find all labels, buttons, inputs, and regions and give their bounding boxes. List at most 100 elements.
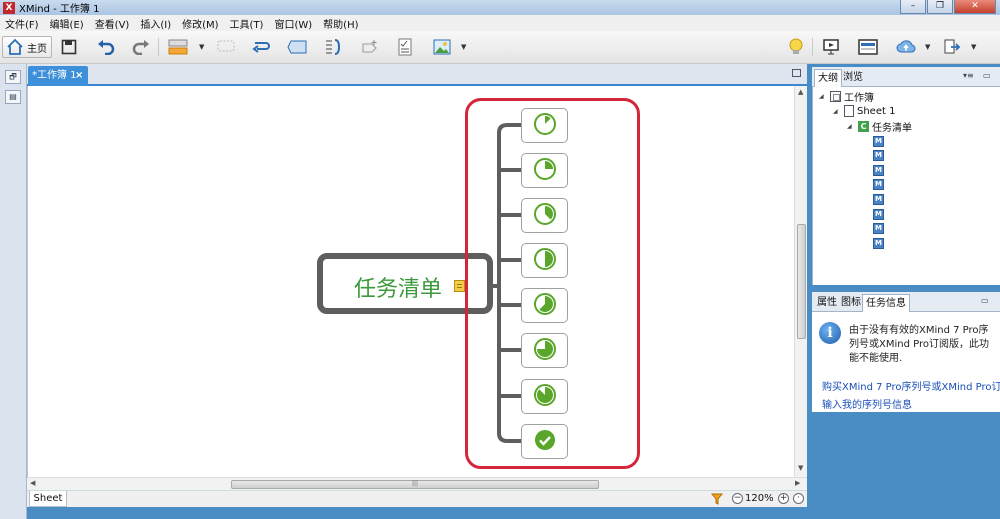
layout-button[interactable] [856,36,880,58]
home-button[interactable]: 主页 [2,36,52,58]
buy-license-link[interactable]: 购买XMind 7 Pro序列号或XMind Pro订阅 [822,378,1000,393]
menu-bar: 文件(F) 编辑(E) 查看(V) 插入(I) 修改(M) 工具(T) 窗口(W… [0,15,1000,31]
horizontal-scroll-thumb[interactable]: ||| [231,480,599,489]
maximize-editor-icon[interactable] [792,69,801,77]
vertical-scrollbar[interactable]: ▲ ▼ [794,86,807,477]
menu-view[interactable]: 查看(V) [90,16,136,31]
scroll-left-icon[interactable]: ◀ [30,479,35,487]
filter-icon[interactable] [711,493,723,505]
share-button[interactable] [894,36,918,58]
export-dropdown-icon[interactable]: ▼ [971,43,976,51]
note-button[interactable] [393,36,417,58]
topic-dropdown-icon[interactable]: ▼ [199,43,204,51]
brainstorm-button[interactable] [784,36,808,58]
label-button[interactable] [357,36,381,58]
outline-tree: ◢ 工作簿 ◢ Sheet 1 ◢ C 任务清单 MMMMMMMM [812,87,1000,285]
layout-icon [858,39,878,55]
horizontal-scrollbar[interactable]: ◀ ||| ▶ [27,477,807,490]
tree-node-marker[interactable]: M [873,236,884,250]
tree-node-marker[interactable]: M [873,149,884,163]
menu-window[interactable]: 窗口(W) [269,16,318,31]
tab-icons[interactable]: 图标 [838,294,864,312]
highlight-frame [465,98,640,469]
marker-icon: M [873,208,884,220]
summary-button[interactable] [321,36,345,58]
tree-node-marker[interactable]: M [873,134,884,148]
close-tab-icon[interactable]: × [75,66,83,85]
tree-node-workbook[interactable]: ◢ 工作簿 [819,89,874,104]
relationship-button[interactable] [250,36,274,58]
marker-icon: M [873,135,884,147]
scroll-right-icon[interactable]: ▶ [795,479,800,487]
workbook-icon [830,90,841,102]
tree-node-root[interactable]: ◢ C 任务清单 [847,119,912,134]
menu-modify[interactable]: 修改(M) [177,16,224,31]
panel-minimize-icon[interactable]: ▭ [981,296,989,305]
zoom-reset-button[interactable]: · [793,493,804,504]
panel-minimize-icon[interactable]: ▭ [983,71,991,80]
minimize-button[interactable]: – [900,0,926,14]
tree-node-marker[interactable]: M [873,222,884,236]
restore-view-icon[interactable]: 🗗 [5,70,21,84]
restore-button[interactable]: ❐ [927,0,953,14]
scroll-up-icon[interactable]: ▲ [798,88,803,96]
boundary-icon [287,40,307,54]
menu-help[interactable]: 帮助(H) [318,16,364,31]
close-window-button[interactable]: ✕ [954,0,996,14]
tree-node-marker[interactable]: M [873,207,884,221]
marker-icon: M [873,179,884,191]
tree-node-marker[interactable]: M [873,178,884,192]
share-dropdown-icon[interactable]: ▼ [925,43,930,51]
callout-icon [217,40,235,52]
tree-node-marker[interactable]: M [873,192,884,206]
insert-image-button[interactable] [430,36,454,58]
tab-properties[interactable]: 属性 [814,294,840,312]
tree-node-marker[interactable]: M [873,163,884,177]
central-topic-icon: C [858,120,869,132]
save-button[interactable] [57,36,81,58]
expand-icon[interactable]: ◢ [819,93,827,100]
scroll-down-icon[interactable]: ▼ [798,464,803,472]
zoom-out-button[interactable]: − [732,493,743,504]
panel-menu-icon[interactable]: ▾≡ [963,71,974,80]
undo-button[interactable] [94,36,118,58]
marker-icon: M [873,223,884,235]
export-icon [944,39,961,54]
home-icon [7,38,23,55]
editor-tab-strip: *工作簿 1 × [27,64,807,86]
menu-tools[interactable]: 工具(T) [225,16,270,31]
tree-node-sheet[interactable]: ◢ Sheet 1 [833,104,895,118]
menu-edit[interactable]: 编辑(E) [45,16,90,31]
summary-icon [326,39,341,55]
relationship-icon [252,42,270,53]
tab-task-info[interactable]: 任务信息 [862,294,910,312]
marker-icon: M [873,193,884,205]
menu-insert[interactable]: 插入(I) [135,16,177,31]
menu-file[interactable]: 文件(F) [0,16,45,31]
redo-button[interactable] [129,36,153,58]
zoom-in-button[interactable]: + [778,493,789,504]
enter-serial-link[interactable]: 输入我的序列号信息 [822,396,912,411]
presentation-button[interactable] [819,36,843,58]
zoom-level: 120% [745,493,774,504]
note-icon[interactable] [454,280,465,292]
insert-topic-button[interactable] [166,36,190,58]
tab-outline[interactable]: 大纲 [814,69,842,87]
callout-button[interactable] [214,36,238,58]
tab-workbook-1[interactable]: *工作簿 1 × [28,66,88,86]
image-icon [433,39,451,55]
boundary-button[interactable] [285,36,309,58]
expand-icon[interactable]: ◢ [847,123,855,130]
sheet-tab[interactable]: Sheet 1 [29,491,67,519]
marker-icon: M [873,237,884,249]
image-dropdown-icon[interactable]: ▼ [461,43,466,51]
expand-icon[interactable]: ◢ [833,108,841,115]
overview-icon[interactable]: ▤ [5,90,21,104]
tree-label: 工作簿 [844,92,874,104]
tree-label: Sheet 1 [857,105,896,117]
tab-browse[interactable]: 浏览 [840,69,866,87]
home-label: 主页 [27,43,47,55]
left-side-strip: 🗗 ▤ [0,64,27,519]
export-button[interactable] [940,36,964,58]
vertical-scroll-thumb[interactable] [797,224,806,339]
